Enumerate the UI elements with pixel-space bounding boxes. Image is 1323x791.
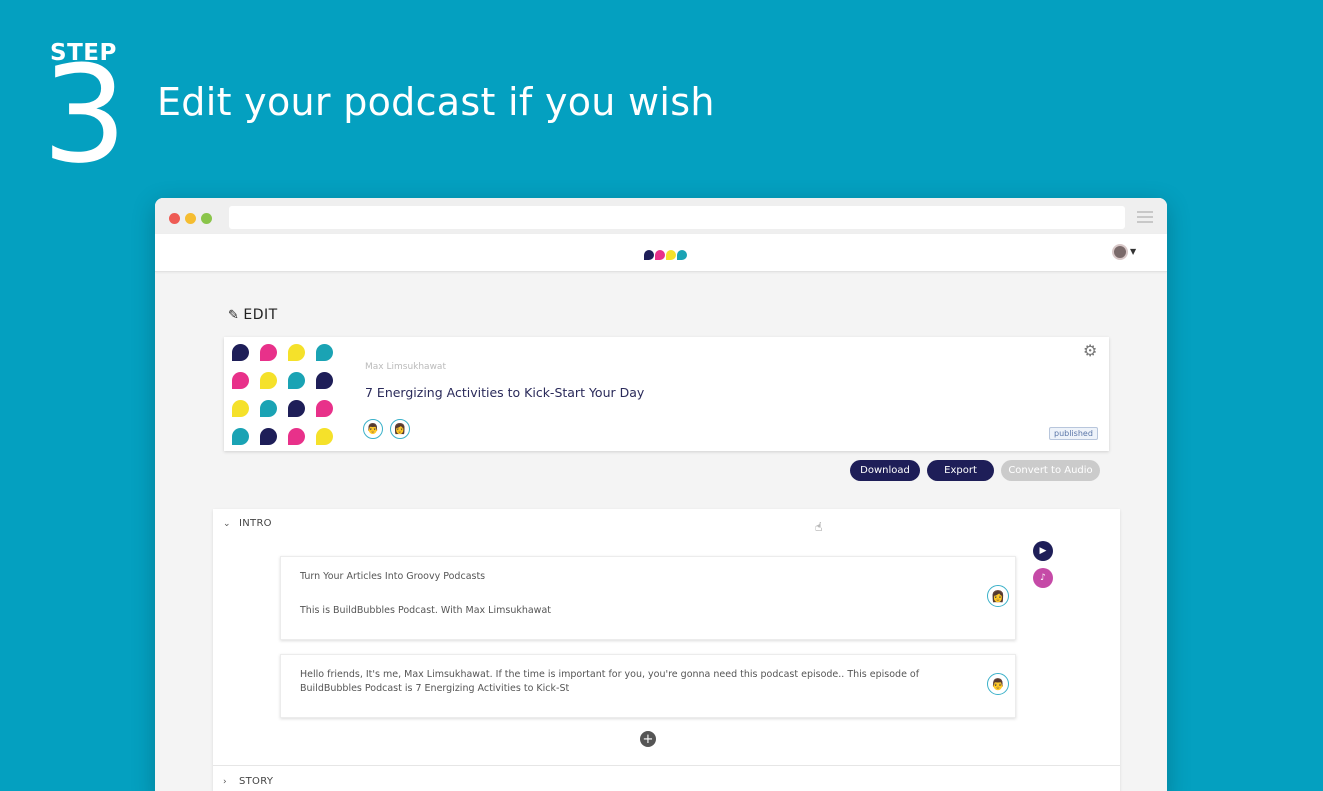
download-button[interactable]: Download: [850, 460, 920, 481]
section-label: INTRO: [239, 518, 272, 529]
chevron-right-icon: ›: [223, 777, 227, 787]
logo-bubble: [655, 250, 665, 260]
script-block[interactable]: Hello friends, It's me, Max Limsukhawat.…: [280, 654, 1016, 718]
music-note-icon[interactable]: ♪: [1033, 568, 1053, 588]
step-title: Edit your podcast if you wish: [157, 80, 715, 124]
host-avatar-female[interactable]: 👩: [987, 585, 1009, 607]
cover-bubble: [316, 400, 333, 417]
app-logo[interactable]: [644, 245, 688, 260]
add-block-button[interactable]: +: [640, 731, 656, 747]
close-window-dot[interactable]: [169, 213, 180, 224]
cover-bubble: [288, 344, 305, 361]
address-bar[interactable]: [229, 206, 1125, 229]
host-avatar-male[interactable]: 👨: [363, 419, 383, 439]
logo-bubble: [644, 250, 654, 260]
script-block[interactable]: Turn Your Articles Into Groovy Podcasts …: [280, 556, 1016, 640]
pencil-icon: ✎: [228, 308, 240, 323]
section-header-story[interactable]: › STORY: [223, 776, 273, 787]
cover-bubble: [232, 428, 249, 445]
host-avatar-male[interactable]: 👨: [987, 673, 1009, 695]
cover-bubble: [260, 400, 277, 417]
play-icon[interactable]: ▶: [1033, 541, 1053, 561]
minimize-window-dot[interactable]: [185, 213, 196, 224]
browser-window: ▼ ✎ EDIT Max Limsukhawat 7 Energizing Act…: [155, 198, 1167, 791]
convert-to-audio-button[interactable]: Convert to Audio: [1001, 460, 1100, 481]
export-button[interactable]: Export: [927, 460, 994, 481]
page-title: ✎ EDIT: [228, 307, 278, 323]
page-title-label: EDIT: [243, 307, 278, 323]
cover-bubble: [316, 344, 333, 361]
gear-icon[interactable]: ⚙: [1083, 341, 1097, 360]
cover-bubble: [316, 372, 333, 389]
cover-bubble: [316, 428, 333, 445]
podcast-author: Max Limsukhawat: [365, 362, 446, 372]
cover-bubble: [232, 372, 249, 389]
cover-bubble: [288, 428, 305, 445]
block-text[interactable]: Turn Your Articles Into Groovy Podcasts: [300, 571, 485, 582]
hand-cursor-icon: ☝: [815, 520, 823, 534]
cover-bubble: [260, 344, 277, 361]
step-number: 3: [42, 37, 128, 193]
logo-bubble: [677, 250, 687, 260]
block-text[interactable]: This is BuildBubbles Podcast. With Max L…: [300, 605, 551, 616]
podcast-card: Max Limsukhawat 7 Energizing Activities …: [224, 337, 1109, 451]
caret-down-icon[interactable]: ▼: [1130, 247, 1136, 256]
cover-bubble: [232, 344, 249, 361]
episode-title: 7 Energizing Activities to Kick-Start Yo…: [365, 385, 645, 400]
cover-bubble: [232, 400, 249, 417]
cover-bubble: [260, 428, 277, 445]
browser-chrome: [155, 198, 1167, 234]
cover-bubble: [260, 372, 277, 389]
section-label: STORY: [239, 776, 274, 787]
script-sections: ⌄ INTRO ☝ Turn Your Articles Into Groovy …: [213, 509, 1120, 791]
cover-bubble: [288, 400, 305, 417]
status-badge: published: [1049, 427, 1098, 440]
user-avatar[interactable]: [1112, 244, 1128, 260]
cover-bubble: [288, 372, 305, 389]
chevron-down-icon: ⌄: [223, 519, 231, 529]
app-header: ▼: [155, 234, 1167, 272]
host-avatar-female[interactable]: 👩: [390, 419, 410, 439]
block-text[interactable]: Hello friends, It's me, Max Limsukhawat.…: [300, 668, 960, 696]
maximize-window-dot[interactable]: [201, 213, 212, 224]
podcast-cover-art: [232, 344, 333, 445]
section-header-intro[interactable]: ⌄ INTRO: [223, 518, 272, 529]
logo-bubble: [666, 250, 676, 260]
section-divider: [213, 765, 1120, 766]
browser-menu-icon[interactable]: [1137, 211, 1153, 226]
